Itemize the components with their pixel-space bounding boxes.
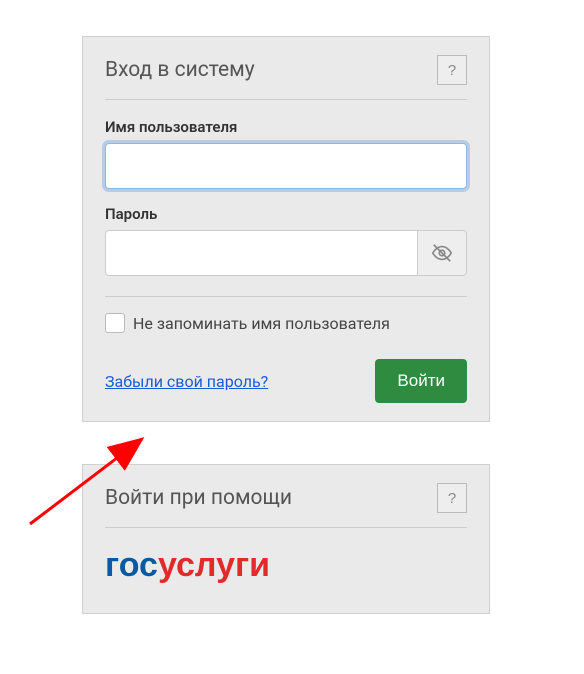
- remember-row: Не запоминать имя пользователя: [105, 313, 467, 333]
- actions-row: Забыли свой пароль? Войти: [105, 359, 467, 403]
- toggle-password-visibility-button[interactable]: [417, 230, 467, 276]
- username-field-group: Имя пользователя: [105, 118, 467, 189]
- alt-title: Войти при помощи: [105, 486, 292, 510]
- alt-help-button[interactable]: ?: [437, 483, 467, 513]
- login-button[interactable]: Войти: [375, 359, 467, 403]
- password-label: Пароль: [105, 205, 467, 223]
- gosuslugi-login-button[interactable]: госуслуги: [105, 546, 467, 585]
- gosuslugi-logo-part2: услуги: [158, 546, 270, 584]
- forgot-password-link[interactable]: Забыли свой пароль?: [105, 372, 268, 391]
- username-label: Имя пользователя: [105, 118, 467, 136]
- login-title: Вход в систему: [105, 58, 255, 82]
- password-wrapper: [105, 230, 467, 276]
- divider: [105, 296, 467, 297]
- eye-slash-icon: [431, 242, 453, 264]
- remember-label: Не запоминать имя пользователя: [133, 314, 390, 333]
- alt-panel-header: Войти при помощи ?: [105, 483, 467, 528]
- username-input[interactable]: [105, 143, 467, 189]
- alt-login-panel: Войти при помощи ? госуслуги: [82, 464, 490, 614]
- login-help-button[interactable]: ?: [437, 55, 467, 85]
- password-input[interactable]: [105, 230, 417, 276]
- gosuslugi-logo-part1: гос: [105, 546, 158, 584]
- password-field-group: Пароль: [105, 205, 467, 276]
- login-panel-header: Вход в систему ?: [105, 55, 467, 100]
- login-panel: Вход в систему ? Имя пользователя Пароль…: [82, 36, 490, 422]
- remember-checkbox[interactable]: [105, 313, 125, 333]
